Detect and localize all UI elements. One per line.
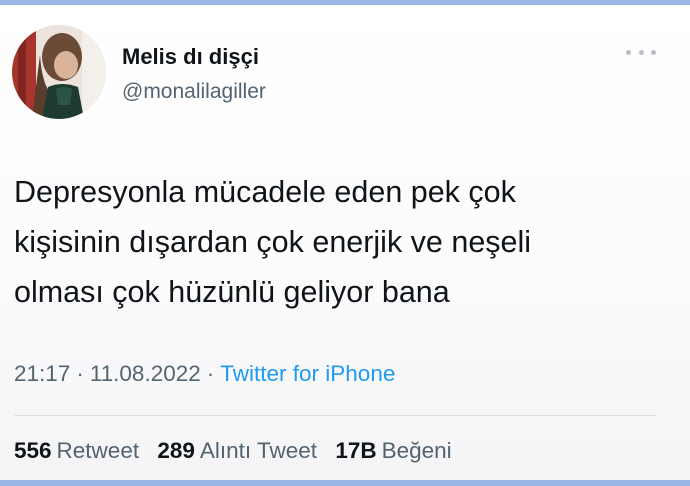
more-dot — [651, 49, 656, 55]
retweets-label: Retweet — [56, 438, 140, 463]
quote-tweets-count: 289 — [157, 438, 195, 463]
display-name[interactable]: Melis dı dişçi — [122, 44, 259, 70]
retweets-count: 556 — [14, 438, 52, 463]
tweet-text-line: kişisinin dışardan çok enerjik ve neşeli — [14, 225, 532, 259]
tweet-stats: 556 Retweet 289 Alıntı Tweet 17B Beğeni — [14, 438, 464, 464]
user-handle[interactable]: @monalilagiller — [122, 80, 266, 104]
likes-label: Beğeni — [381, 438, 452, 463]
avatar-photo — [12, 25, 106, 119]
more-dot — [626, 49, 631, 55]
quote-tweets-stat[interactable]: 289 Alıntı Tweet — [157, 438, 317, 463]
tweet-meta: 21:17 · 11.08.2022 · Twitter for iPhone — [14, 361, 395, 387]
tweet-card: Melis dı dişçi @monalilagiller Depresyon… — [0, 5, 690, 480]
tweet-text-line: olması çok hüzünlü geliyor bana — [14, 275, 450, 309]
likes-stat[interactable]: 17B Beğeni — [335, 438, 451, 463]
tweet-text: Depresyonla mücadele eden pek çok kişisi… — [14, 167, 674, 317]
retweets-stat[interactable]: 556 Retweet — [14, 438, 139, 463]
more-dot — [638, 49, 644, 55]
tweet-time[interactable]: 21:17 — [14, 361, 70, 386]
tweet-text-line: Depresyonla mücadele eden pek çok — [14, 175, 516, 209]
frame-bottom-border — [0, 480, 690, 486]
tweet-date[interactable]: 11.08.2022 — [90, 361, 201, 386]
tweet-source-link[interactable]: Twitter for iPhone — [220, 361, 395, 386]
avatar[interactable] — [12, 25, 106, 119]
likes-count: 17B — [335, 438, 377, 463]
more-options-icon[interactable] — [626, 45, 656, 59]
meta-separator: · — [206, 361, 215, 386]
meta-separator: · — [76, 361, 84, 386]
quote-tweets-label: Alıntı Tweet — [199, 438, 318, 463]
divider — [14, 415, 656, 416]
